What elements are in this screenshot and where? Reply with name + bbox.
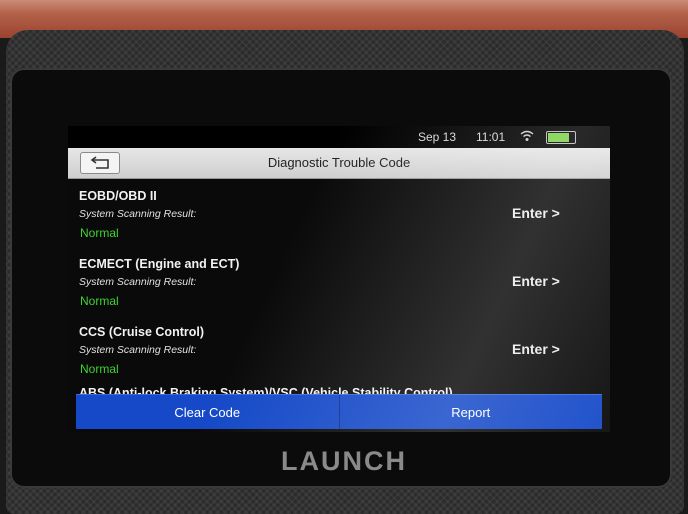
system-name: ECMECT (Engine and ECT) <box>79 257 240 271</box>
system-list[interactable]: EOBD/OBD II System Scanning Result: Norm… <box>68 179 610 395</box>
page-title: Diagnostic Trouble Code <box>267 155 411 170</box>
system-name: EOBD/OBD II <box>79 189 157 203</box>
scan-result-label: System Scanning Result: <box>79 344 197 356</box>
status-date: Sep 13 <box>418 130 457 144</box>
action-bar: Clear Code Report <box>76 394 602 429</box>
scan-status: Normal <box>80 294 119 308</box>
system-item-ccs[interactable]: CCS (Cruise Control) System Scanning Res… <box>68 315 610 383</box>
scan-result-label: System Scanning Result: <box>79 276 197 288</box>
system-name: CCS (Cruise Control) <box>79 325 204 339</box>
battery-icon <box>546 131 576 144</box>
wifi-icon <box>520 130 534 141</box>
enter-button[interactable]: Enter > <box>512 341 560 357</box>
device-screen: Sep 13 11:01 Diagnostic Trouble Code EOB… <box>68 126 610 432</box>
scan-result-label: System Scanning Result: <box>79 208 197 220</box>
enter-button[interactable]: Enter > <box>512 273 560 289</box>
launch-logo: LAUNCH <box>281 446 407 476</box>
title-bar: Diagnostic Trouble Code <box>68 148 610 179</box>
enter-button[interactable]: Enter > <box>512 205 560 221</box>
system-item-eobd[interactable]: EOBD/OBD II System Scanning Result: Norm… <box>68 179 610 247</box>
status-time: 11:01 <box>476 130 506 144</box>
report-button[interactable]: Report <box>338 395 603 429</box>
clear-code-button[interactable]: Clear Code <box>76 395 339 429</box>
battery-level <box>548 133 569 142</box>
status-bar: Sep 13 11:01 <box>68 126 610 148</box>
system-item-ecmect[interactable]: ECMECT (Engine and ECT) System Scanning … <box>68 247 610 315</box>
scan-status: Normal <box>80 226 119 240</box>
scan-status: Normal <box>80 362 119 376</box>
